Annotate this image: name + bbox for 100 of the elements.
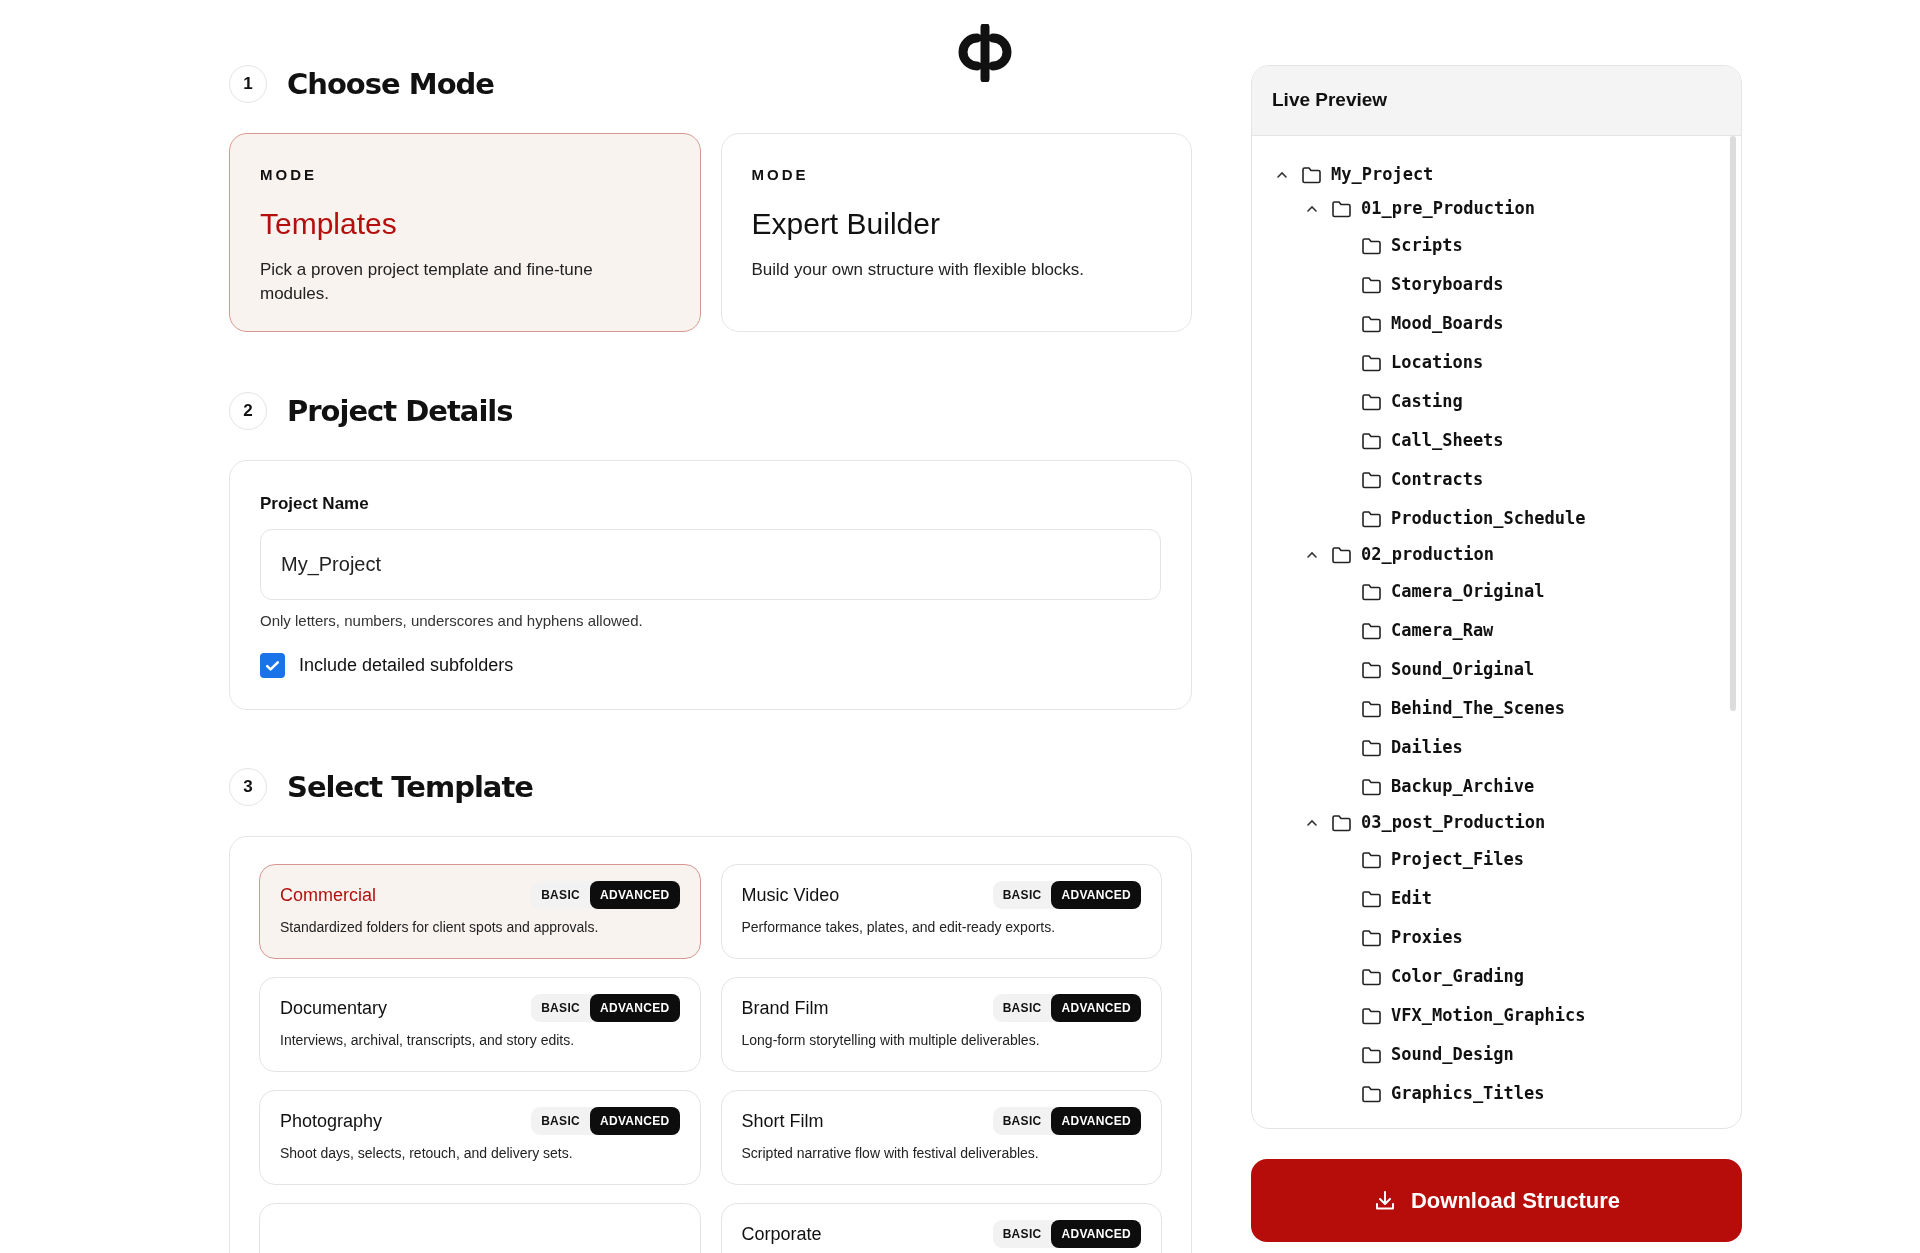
- folder-icon: [1361, 275, 1382, 294]
- folder-icon: [1361, 582, 1382, 601]
- template-card[interactable]: Short Film BASIC ADVANCED Scripted narrative flow with festival deliverables.: [720, 1090, 1162, 1185]
- field-label: Project Name: [260, 493, 370, 515]
- scrollbar[interactable]: [1730, 136, 1736, 711]
- template-description: Standardized folders for client spots and approvals.: [280, 918, 600, 937]
- folder-icon: [1361, 509, 1382, 528]
- folder-icon: [1361, 928, 1382, 947]
- folder-name[interactable]: 01_pre_Production: [1361, 196, 1535, 222]
- help-text: Only letters, numbers, underscores and hyphens allowed.: [260, 610, 644, 631]
- preview-title: Live Preview: [1272, 88, 1388, 113]
- folder-name[interactable]: Proxies: [1391, 924, 1463, 951]
- folder-name[interactable]: Contracts: [1391, 466, 1484, 493]
- folder-name[interactable]: Mood_Boards: [1391, 310, 1504, 337]
- level-option[interactable]: BASIC: [531, 1107, 590, 1135]
- level-option[interactable]: ADVANCED: [1051, 994, 1141, 1022]
- folder-name[interactable]: VFX_Motion_Graphics: [1391, 1002, 1586, 1029]
- folder-icon: [1361, 850, 1382, 869]
- template-card[interactable]: Brand Film BASIC ADVANCED Long-form storytelling with multiple deliverables.: [720, 977, 1162, 1072]
- folder-name[interactable]: Production_Schedule: [1391, 505, 1586, 532]
- folder-icon: [1361, 1084, 1382, 1103]
- folder-name[interactable]: Color_Grading: [1391, 963, 1525, 990]
- template-description: Long-form storytelling with multiple deliverables.: [741, 1031, 1041, 1050]
- section-title: Select Template: [287, 769, 533, 805]
- folder-icon: [1361, 699, 1382, 718]
- section-title: Project Details: [287, 393, 513, 429]
- level-option[interactable]: BASIC: [531, 881, 590, 909]
- folder-icon: [1361, 314, 1382, 333]
- download-icon: [1373, 1188, 1397, 1213]
- folder-icon: [1361, 353, 1382, 372]
- folder-name[interactable]: Locations: [1391, 349, 1484, 376]
- folder-icon: [1361, 660, 1382, 679]
- section-title: Choose Mode: [287, 66, 494, 102]
- folder-icon: [1361, 236, 1382, 255]
- folder-name[interactable]: Graphics_Titles: [1391, 1080, 1545, 1107]
- folder-name[interactable]: Storyboards: [1391, 271, 1504, 298]
- mode-eyebrow: MODE: [751, 165, 810, 185]
- checkbox[interactable]: [260, 653, 285, 678]
- template-description: Shoot days, selects, retouch, and delivery sets.: [280, 1144, 574, 1163]
- folder-name[interactable]: Sound_Original: [1391, 656, 1535, 683]
- template-title: Music Video: [741, 883, 840, 907]
- template-card[interactable]: Photography BASIC ADVANCED Shoot days, selects, retouch, and delivery sets.: [259, 1090, 701, 1185]
- folder-icon: [1361, 738, 1382, 757]
- checkbox-label: Include detailed subfolders: [299, 654, 514, 677]
- folder-name[interactable]: Sound_Design: [1391, 1041, 1514, 1068]
- template-title: Brand Film: [741, 996, 829, 1020]
- level-option[interactable]: ADVANCED: [590, 1107, 680, 1135]
- folder-name[interactable]: Camera_Raw: [1391, 617, 1494, 644]
- folder-icon: [1301, 166, 1322, 184]
- folder-icon: [1361, 967, 1382, 986]
- level-option[interactable]: BASIC: [992, 881, 1052, 909]
- template-card[interactable]: Corporate BASIC ADVANCED: [720, 1203, 1162, 1253]
- template-title: Documentary: [280, 996, 388, 1020]
- folder-name[interactable]: Call_Sheets: [1391, 427, 1504, 454]
- mode-card[interactable]: MODE Expert Builder Build your own structure with flexible blocks.: [720, 133, 1192, 332]
- folder-name[interactable]: Casting: [1391, 388, 1463, 415]
- folder-icon: [1361, 777, 1382, 796]
- template-description: Interviews, archival, transcripts, and story edits.: [280, 1031, 576, 1050]
- level-option[interactable]: BASIC: [992, 994, 1052, 1022]
- folder-icon: [1361, 470, 1382, 489]
- level-option[interactable]: BASIC: [992, 1220, 1052, 1248]
- template-card[interactable]: Documentary BASIC ADVANCED Interviews, archival, transcripts, and story edits.: [259, 977, 701, 1072]
- folder-name[interactable]: Behind_The_Scenes: [1391, 695, 1565, 722]
- project-name-field[interactable]: My_Project: [260, 528, 1161, 600]
- level-option[interactable]: ADVANCED: [1051, 881, 1141, 909]
- template-title: Photography: [280, 1109, 383, 1133]
- mode-title: Templates: [260, 205, 398, 242]
- folder-name[interactable]: Edit: [1391, 885, 1432, 912]
- folder-icon: [1361, 1045, 1382, 1064]
- folder-icon: [1361, 621, 1382, 640]
- template-card[interactable]: Music Video BASIC ADVANCED Performance takes, plates, and edit-ready exports.: [720, 864, 1162, 959]
- level-option[interactable]: BASIC: [992, 1107, 1052, 1135]
- level-option[interactable]: BASIC: [531, 994, 590, 1022]
- mode-description: Pick a proven project template and fine-tune modules.: [260, 258, 594, 306]
- mode-eyebrow: MODE: [260, 165, 318, 185]
- template-title: Corporate: [741, 1222, 822, 1246]
- folder-icon: [1361, 889, 1382, 908]
- level-option[interactable]: ADVANCED: [590, 994, 680, 1022]
- folder-name[interactable]: Camera_Original: [1391, 578, 1545, 605]
- folder-icon: [1361, 1006, 1382, 1025]
- folder-name[interactable]: Dailies: [1391, 734, 1463, 761]
- folder-icon: [1361, 431, 1382, 450]
- level-option[interactable]: ADVANCED: [590, 881, 680, 909]
- mode-card[interactable]: MODE Templates Pick a proven project template and fine-tune modules.: [229, 133, 701, 332]
- folder-icon: [1331, 546, 1352, 564]
- folder-icon: [1361, 392, 1382, 411]
- folder-name[interactable]: 03_post_Production: [1361, 810, 1546, 836]
- template-description: Scripted narrative flow with festival deliverables.: [741, 1144, 1040, 1163]
- level-option[interactable]: ADVANCED: [1051, 1220, 1141, 1248]
- template-card[interactable]: Commercial BASIC ADVANCED Standardized folders for client spots and approvals.: [259, 864, 701, 959]
- folder-name[interactable]: My_Project: [1331, 162, 1434, 188]
- mode-title: Expert Builder: [751, 205, 941, 242]
- template-description: Performance takes, plates, and edit-ready exports.: [741, 918, 1057, 937]
- folder-name[interactable]: 02_production: [1361, 542, 1495, 568]
- template-title: Commercial: [280, 883, 376, 907]
- folder-name[interactable]: Project_Files: [1391, 846, 1525, 873]
- folder-name[interactable]: Scripts: [1391, 232, 1463, 259]
- level-option[interactable]: ADVANCED: [1051, 1107, 1141, 1135]
- download-button[interactable]: Download Structure: [1251, 1159, 1742, 1242]
- folder-name[interactable]: Backup_Archive: [1391, 773, 1535, 800]
